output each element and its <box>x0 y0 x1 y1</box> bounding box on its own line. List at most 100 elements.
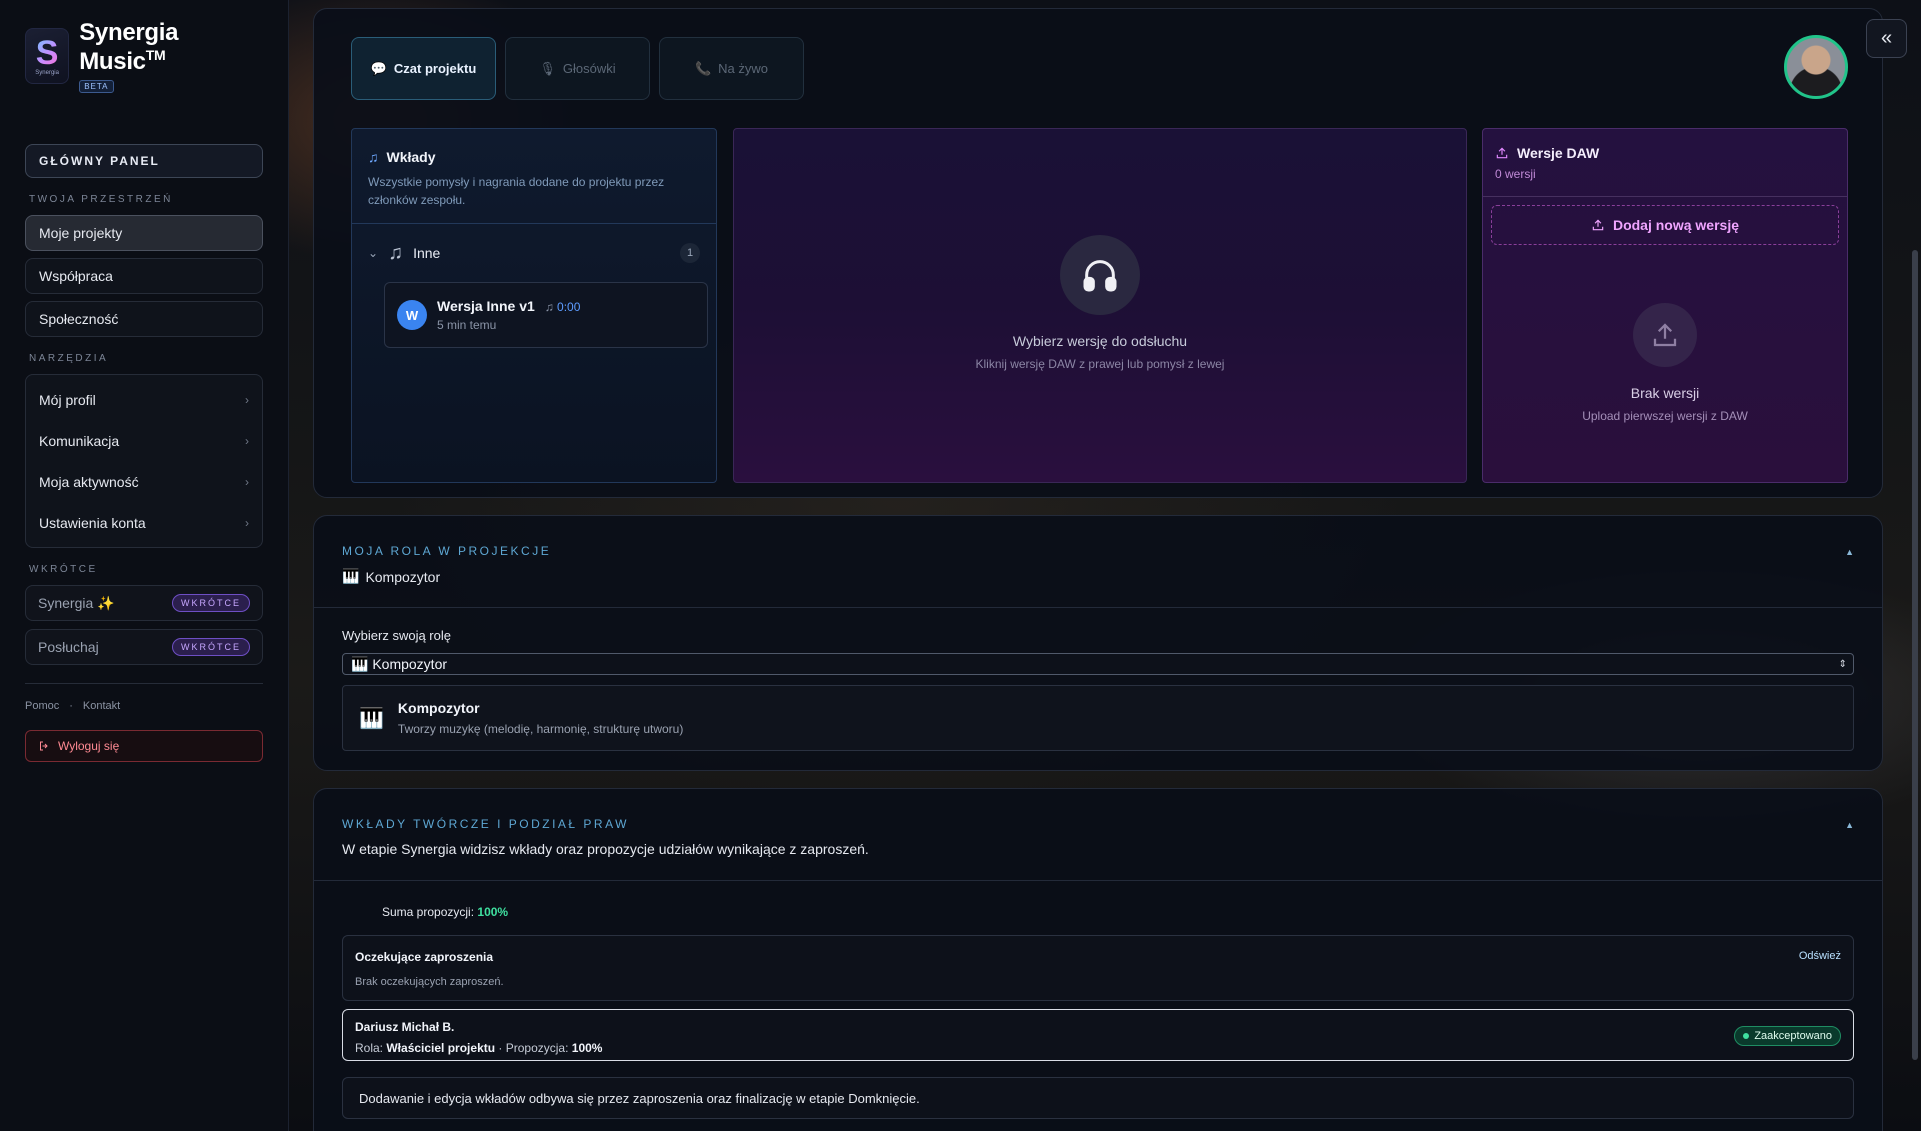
sidebar-item-community[interactable]: Społeczność <box>25 301 263 337</box>
daw-version-count: 0 wersji <box>1495 167 1536 181</box>
refresh-button[interactable]: Odśwież <box>1799 950 1841 962</box>
tabs: 💬 Czat projektu 🎙 Głosówki 📞 Na żywo <box>351 37 804 100</box>
sidebar-item-account-settings[interactable]: Ustawienia konta › <box>26 502 262 543</box>
scrollbar[interactable] <box>1912 250 1918 1060</box>
soon-item-label: Posłuchaj <box>38 639 99 655</box>
piano-icon: 🎹 <box>359 707 384 730</box>
contact-link[interactable]: Kontakt <box>83 700 120 712</box>
project-workspace-card: 💬 Czat projektu 🎙 Głosówki 📞 Na żywo ♫ W… <box>313 8 1883 498</box>
daw-versions-panel: Wersje DAW 0 wersji Dodaj nową wersję Br… <box>1482 128 1848 483</box>
logout-button[interactable]: Wyloguj się <box>25 730 263 762</box>
microphone-icon: 🎙 <box>539 60 556 76</box>
player-empty-state: Wybierz wersję do odsłuchu Kliknij wersj… <box>734 235 1466 371</box>
contribution-item[interactable]: W Wersja Inne v1 ♫ 0:00 5 min temu <box>384 282 708 348</box>
owner-proposal-label: · Propozycja: <box>498 1041 569 1055</box>
tab-label: Czat projektu <box>393 61 477 76</box>
tools-label: NARZĘDZIA <box>29 353 109 364</box>
group-count-badge: 1 <box>680 243 700 263</box>
soon-badge: WKRÓTCE <box>172 638 250 656</box>
footer-links: Pomoc · Kontakt <box>25 700 263 712</box>
add-version-label: Dodaj nową wersję <box>1612 217 1740 233</box>
sidebar-divider <box>25 683 263 684</box>
item-avatar: W <box>397 300 427 330</box>
sidebar-item-profile[interactable]: Mój profil › <box>26 379 262 420</box>
sidebar-item-synergia[interactable]: Synergia ✨ WKRÓTCE <box>25 585 263 621</box>
headphones-icon <box>1060 235 1140 315</box>
owner-role-label: Rola: <box>355 1041 384 1055</box>
sidebar-item-my-projects[interactable]: Moje projekty <box>25 215 263 251</box>
rights-info: Dodawanie i edycja wkładów odbywa się pr… <box>342 1077 1854 1119</box>
collapse-icon[interactable]: ▲ <box>1845 547 1854 557</box>
status-dot-icon <box>1743 1033 1750 1039</box>
soon-badge: WKRÓTCE <box>172 594 250 612</box>
tool-label: Moja aktywność <box>39 473 139 490</box>
logout-label: Wyloguj się <box>58 739 120 753</box>
rights-description: W etapie Synergia widzisz wkłady oraz pr… <box>342 841 869 857</box>
player-subtitle: Kliknij wersję DAW z prawej lub pomysł z… <box>975 357 1225 371</box>
sidebar-item-collaboration[interactable]: Współpraca <box>25 258 263 294</box>
brand[interactable]: S Synergia Synergia MusicTM BETA <box>25 19 263 93</box>
tool-label: Mój profil <box>39 391 96 408</box>
proposal-sum: Suma propozycji: 100% <box>382 905 1854 919</box>
contributions-title-text: Wkłady <box>386 149 436 165</box>
tab-label: Na żywo <box>718 61 769 76</box>
daw-title-text: Wersje DAW <box>1517 145 1600 161</box>
tab-label: Głosówki <box>562 61 616 76</box>
add-version-button[interactable]: Dodaj nową wersję <box>1491 205 1839 245</box>
brand-logo: S Synergia <box>25 28 70 84</box>
daw-header: Wersje DAW 0 wersji <box>1483 129 1847 197</box>
role-select[interactable]: 🎹 Kompozytor ⇕ <box>342 653 1854 675</box>
sidebar-item-activity[interactable]: Moja aktywność › <box>26 461 262 502</box>
collapse-icon[interactable]: ▲ <box>1845 820 1854 830</box>
main-panel-button[interactable]: GŁÓWNY PANEL <box>25 144 263 178</box>
pending-title: Oczekujące zaproszenia <box>355 950 494 964</box>
chevron-down-icon: ⌄ <box>368 246 379 260</box>
user-avatar[interactable] <box>1784 35 1848 99</box>
owner-details: Rola: Właściciel projektu · Propozycja: … <box>355 1041 1841 1055</box>
role-box-subtitle: Tworzy muzykę (melodię, harmonię, strukt… <box>397 722 684 736</box>
contribution-group[interactable]: ⌄ ♫ Inne 1 <box>352 224 716 282</box>
upload-icon <box>1592 219 1604 231</box>
sidebar-item-communication[interactable]: Komunikacja › <box>26 420 262 461</box>
chevron-right-icon: › <box>245 433 249 448</box>
owner-name: Dariusz Michał B. <box>355 1020 455 1034</box>
select-arrows-icon: ⇕ <box>1838 658 1847 670</box>
role-header[interactable]: MOJA ROLA W PROJEKCJE 🎹 Kompozytor ▲ <box>314 516 1882 608</box>
collapse-panel-button[interactable]: « <box>1866 19 1907 58</box>
role-box-title: Kompozytor <box>397 700 480 716</box>
owner-proposal: 100% <box>571 1041 603 1055</box>
chevron-right-icon: › <box>245 392 249 407</box>
tab-project-chat[interactable]: 💬 Czat projektu <box>351 37 496 100</box>
double-chevron-left-icon: « <box>1880 27 1893 49</box>
player-panel: Wybierz wersję do odsłuchu Kliknij wersj… <box>733 128 1467 483</box>
trademark: TM <box>145 46 166 63</box>
tool-label: Ustawienia konta <box>39 514 146 531</box>
upload-icon <box>1496 147 1508 159</box>
owner-contribution-row: Dariusz Michał B. Rola: Właściciel proje… <box>342 1009 1854 1061</box>
status-label: Zaakceptowano <box>1754 1030 1832 1042</box>
group-name: Inne <box>413 245 441 261</box>
rights-body: Suma propozycji: 100% Oczekujące zaprosz… <box>314 881 1882 1131</box>
contributions-header: ♫ Wkłady Wszystkie pomysły i nagrania do… <box>352 129 716 224</box>
rights-header[interactable]: WKŁADY TWÓRCZE I PODZIAŁ PRAW W etapie S… <box>314 789 1882 881</box>
sum-value: 100% <box>477 905 509 919</box>
role-card: MOJA ROLA W PROJEKCJE 🎹 Kompozytor ▲ Wyb… <box>313 515 1883 771</box>
beta-badge: BETA <box>79 79 114 93</box>
daw-title: Wersje DAW <box>1495 145 1835 161</box>
pending-invitations-box: Oczekujące zaproszenia Brak oczekujących… <box>342 935 1854 1001</box>
item-title: Wersja Inne v1 ♫ 0:00 <box>437 298 580 314</box>
rights-card: WKŁADY TWÓRCZE I PODZIAŁ PRAW W etapie S… <box>313 788 1883 1131</box>
help-link[interactable]: Pomoc <box>25 700 59 712</box>
contributions-panel: ♫ Wkłady Wszystkie pomysły i nagrania do… <box>351 128 717 483</box>
daw-empty-title: Brak wersji <box>1630 385 1700 401</box>
tab-voice-notes[interactable]: 🎙 Głosówki <box>505 37 650 100</box>
music-note-icon: ♫ <box>544 300 554 314</box>
sidebar-item-listen[interactable]: Posłuchaj WKRÓTCE <box>25 629 263 665</box>
current-role: 🎹 Kompozytor <box>342 568 1854 585</box>
role-select-value: Kompozytor <box>372 656 448 672</box>
role-description: Kompozytor Tworzy muzykę (melodię, harmo… <box>398 700 683 736</box>
piano-icon: 🎹 <box>351 655 369 672</box>
tab-live[interactable]: 📞 Na żywo <box>659 37 804 100</box>
pending-empty: Brak oczekujących zaproszeń. <box>355 976 504 988</box>
current-role-text: Kompozytor <box>365 568 441 585</box>
